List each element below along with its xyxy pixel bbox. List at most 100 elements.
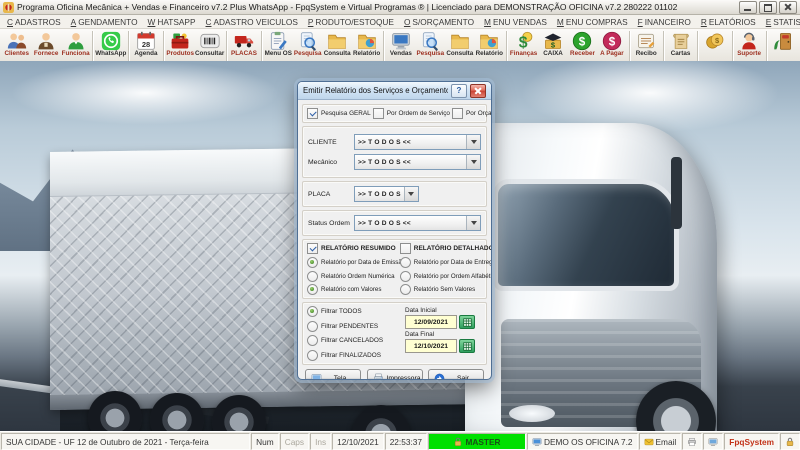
toolbar-receber-button[interactable]: $ Receber — [568, 30, 597, 61]
toolbar-whatsapp-button[interactable]: WhatsApp — [95, 30, 126, 61]
radio-filtrar-pendentes[interactable]: Filtrar PENDENTES — [307, 320, 405, 332]
toolbar-finan-as-button[interactable]: $ Finanças — [509, 30, 538, 61]
radio-ordem-alfabetica[interactable]: Relatório por Ordem Alfabética — [399, 270, 491, 282]
toolbar-vendas-button[interactable]: Vendas — [386, 30, 415, 61]
close-button[interactable] — [779, 0, 797, 14]
toolbar-clientes-button[interactable]: Clientes — [2, 30, 31, 61]
mecanico-dropdown[interactable]: >> T O D O S << — [354, 154, 481, 170]
toolbar-agenda-button[interactable]: 28 Agenda — [131, 30, 160, 61]
radio-filtrar-finalizados[interactable]: Filtrar FINALIZADOS — [307, 349, 405, 361]
data-final-field[interactable]: 12/10/2021 — [405, 339, 457, 353]
toolbar-label: Menu OS — [264, 50, 292, 57]
calendar-icon[interactable] — [459, 315, 475, 329]
toolbar-funciona-button[interactable]: Funciona — [61, 30, 90, 61]
toolbar-coins-button[interactable]: $ — [700, 30, 729, 61]
toolbar-fornece-button[interactable]: Fornece — [31, 30, 60, 61]
status-master-label: MASTER — [465, 436, 501, 447]
tela-button[interactable]: Tela — [305, 368, 361, 379]
menu-item-cadastros[interactable]: C ADASTROS — [2, 17, 66, 27]
check-relatorio-resumido[interactable]: RELATÓRIO RESUMIDO — [307, 243, 400, 254]
menu-item-os-or-amento[interactable]: O S/ORÇAMENTO — [399, 17, 479, 27]
menu-item-menu-compras[interactable]: M ENU COMPRAS — [552, 17, 633, 27]
screen-icon — [311, 373, 322, 379]
network-monitor-icon — [708, 437, 718, 446]
cliente-dropdown[interactable]: >> T O D O S << — [354, 134, 481, 150]
radio-label: Filtrar TODOS — [321, 308, 362, 315]
toolbar-consulta-button[interactable]: Consulta — [322, 30, 351, 61]
toolbar-consultar-button[interactable]: Consultar — [195, 30, 224, 61]
cliente-value: >> T O D O S << — [358, 138, 411, 146]
menu-item-financeiro[interactable]: F INANCEIRO — [633, 17, 696, 27]
chevron-down-icon[interactable] — [466, 135, 480, 149]
toolbar-label: Consultar — [194, 50, 225, 57]
toolbar-recibo-button[interactable]: Recibo — [632, 30, 661, 61]
radio-filtrar-todos[interactable]: Filtrar TODOS — [307, 306, 405, 317]
radio-filtrar-cancelados[interactable]: Filtrar CANCELADOS — [307, 335, 405, 346]
menu-item-relat-rios[interactable]: R ELATÓRIOS — [696, 17, 761, 27]
toolbar-caixa-button[interactable]: $ CAIXA — [538, 30, 567, 61]
toolbar-relat-rio-button[interactable]: Relatório — [352, 30, 381, 61]
status-network[interactable] — [703, 433, 724, 450]
toolbar-produtos-button[interactable]: Produtos — [165, 30, 194, 61]
toolbar-label: Fornece — [33, 50, 59, 57]
menu-item-menu-vendas[interactable]: M ENU VENDAS — [479, 17, 552, 27]
chevron-down-icon[interactable] — [466, 155, 480, 169]
dialog-close-button[interactable] — [470, 83, 486, 98]
toolbar-consulta-button[interactable]: Consulta — [445, 30, 474, 61]
toolbar-label: Finanças — [509, 50, 538, 57]
cliente-label: CLIENTE — [308, 138, 337, 146]
status-ins: Ins — [310, 433, 332, 450]
lock-icon — [455, 437, 462, 446]
toolbar-suporte-button[interactable]: Suporte — [734, 30, 763, 61]
radio-label: Filtrar FINALIZADOS — [321, 351, 382, 359]
toolbar-relat-rio-button[interactable]: Relatório — [475, 30, 504, 61]
radio-indicator — [307, 349, 318, 361]
radio-data-emissao[interactable]: Relatório por Data de Emissão — [307, 257, 405, 268]
toolbar-separator — [765, 31, 767, 62]
toolbar-label: Pesquisa — [416, 50, 445, 57]
check-por-ordem-servico[interactable]: Por Ordem de Serviço — [372, 108, 450, 119]
folder-icon — [450, 30, 470, 51]
check-pesquisa-geral[interactable]: Pesquisa GERAL — [307, 108, 371, 119]
toolbar-a-pagar-button[interactable]: $ A Pagar — [597, 30, 626, 61]
toolbar-pesquisa-button[interactable]: Pesquisa — [416, 30, 445, 61]
radio-label: Relatório Sem Valores — [413, 286, 476, 293]
impressora-button[interactable]: Impressora — [366, 368, 423, 379]
menu-item-produto-estoque[interactable]: P RODUTO/ESTOQUE — [303, 17, 399, 27]
dialog-titlebar[interactable]: Emitir Relatório dos Serviços e Orçament… — [298, 82, 491, 100]
exit-icon — [773, 30, 793, 51]
chevron-down-icon[interactable] — [466, 216, 480, 230]
radio-data-entrega[interactable]: Relatório por Data de Entrega — [399, 257, 491, 268]
dialog-help-button[interactable]: ? — [451, 83, 467, 98]
menu-item-estatistica[interactable]: ESTATISTICA — [761, 17, 800, 27]
monitor-icon — [391, 30, 411, 51]
menu-item-agendamento[interactable]: A GENDAMENTO — [66, 17, 143, 27]
toolbar-label: WhatsApp — [95, 50, 127, 57]
chevron-down-icon[interactable] — [403, 187, 418, 201]
toolbar-separator — [697, 31, 699, 62]
menu-item-cadastro-veiculos[interactable]: C ADASTRO VEICULOS — [201, 17, 303, 27]
minimize-button[interactable] — [739, 0, 757, 14]
status-email[interactable]: Email — [638, 433, 682, 450]
toolbar-cartas-button[interactable]: Cartas — [666, 30, 695, 61]
status-printer[interactable] — [682, 433, 703, 450]
check-relatorio-detalhado[interactable]: RELATÓRIO DETALHADO — [399, 243, 491, 254]
radio-ordem-numerica[interactable]: Relatório Ordem Numérica — [307, 270, 400, 282]
toolbar-label: Recibo — [635, 50, 657, 57]
toolbar-placas-button[interactable]: PLACAS — [229, 30, 258, 61]
svg-text:$: $ — [609, 35, 616, 48]
calendar-icon[interactable] — [459, 339, 475, 353]
toolbar-label: Clientes — [4, 50, 29, 57]
check-por-orcamento[interactable]: Por Orçamento — [451, 108, 491, 119]
toolbar-pesquisa-button[interactable]: Pesquisa — [293, 30, 322, 61]
placa-dropdown[interactable]: >> T O D O S — [354, 186, 419, 202]
toolbar-exit-button[interactable] — [769, 30, 798, 61]
data-inicial-field[interactable]: 12/09/2021 — [405, 315, 457, 329]
status-ordem-dropdown[interactable]: >> T O D O S << — [354, 215, 481, 231]
sair-button[interactable]: Sair — [428, 368, 484, 379]
radio-sem-valores[interactable]: Relatório Sem Valores — [399, 284, 482, 295]
maximize-button[interactable] — [759, 0, 777, 14]
radio-com-valores[interactable]: Relatório com Valores — [307, 284, 400, 295]
menu-item-whatsapp[interactable]: W HATSAPP — [143, 17, 201, 27]
toolbar-menu-os-button[interactable]: Menu OS — [264, 30, 293, 61]
